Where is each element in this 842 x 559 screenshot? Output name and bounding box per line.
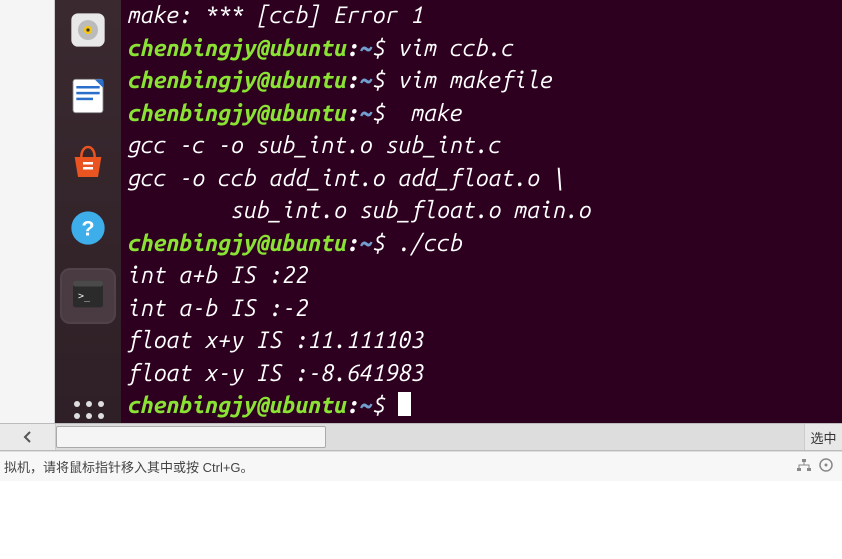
- prompt-user-host: chenbingjy@ubuntu: [127, 101, 346, 126]
- launcher-item-help[interactable]: ?: [62, 204, 114, 256]
- scroll-right-label[interactable]: 选中: [804, 424, 842, 450]
- launcher-item-software[interactable]: [62, 138, 114, 190]
- launcher-item-writer[interactable]: [62, 72, 114, 124]
- prompt-path: ~: [359, 101, 372, 126]
- network-icon[interactable]: [796, 457, 812, 476]
- output-text: float x+y IS :11.111103: [127, 328, 423, 353]
- terminal-prompt-line: chenbingjy@ubuntu:~$ vim ccb.c: [127, 33, 836, 66]
- libreoffice-writer-icon: [68, 76, 108, 120]
- scroll-thumb[interactable]: [56, 426, 326, 448]
- terminal-window[interactable]: make: *** [ccb] Error 1 chenbingjy@ubuntu…: [121, 0, 842, 423]
- cursor: [398, 392, 411, 416]
- terminal-icon: >_: [68, 274, 108, 318]
- statusbar-text: 拟机，请将鼠标指针移入其中或按 Ctrl+G。: [4, 457, 796, 476]
- prompt-user-host: chenbingjy@ubuntu: [127, 393, 346, 418]
- unity-launcher: ? >_: [55, 0, 121, 450]
- terminal-output-line: gcc -o ccb add_int.o add_float.o \: [127, 163, 836, 196]
- launcher-item-terminal[interactable]: >_: [62, 270, 114, 322]
- prompt-colon: :: [346, 101, 359, 126]
- empty-area: [0, 481, 842, 559]
- terminal-output-line: int a-b IS :-2: [127, 293, 836, 326]
- prompt-path: ~: [359, 393, 372, 418]
- output-text: int a-b IS :-2: [127, 296, 307, 321]
- prompt-user-host: chenbingjy@ubuntu: [127, 231, 346, 256]
- output-text: float x-y IS :-8.641983: [127, 361, 423, 386]
- terminal-output-line: sub_int.o sub_float.o main.o: [127, 195, 836, 228]
- disk-icon[interactable]: [818, 457, 834, 476]
- prompt-symbol: $: [372, 36, 398, 61]
- output-text: sub_int.o sub_float.o main.o: [127, 198, 591, 223]
- prompt-path: ~: [359, 36, 372, 61]
- prompt-path: ~: [359, 68, 372, 93]
- prompt-colon: :: [346, 68, 359, 93]
- launcher-item-rhythmbox[interactable]: [62, 6, 114, 58]
- prompt-symbol: $: [372, 101, 398, 126]
- terminal-output-line: gcc -c -o sub_int.o sub_int.c: [127, 130, 836, 163]
- svg-text:?: ?: [81, 216, 94, 241]
- terminal-prompt-line: chenbingjy@ubuntu:~$ make: [127, 98, 836, 131]
- prompt-command: ./ccb: [398, 231, 462, 256]
- scroll-track[interactable]: [56, 424, 804, 450]
- prompt-user-host: chenbingjy@ubuntu: [127, 68, 346, 93]
- prompt-path: ~: [359, 231, 372, 256]
- editor-gutter: [0, 0, 55, 450]
- prompt-colon: :: [346, 36, 359, 61]
- terminal-output-line: float x+y IS :11.111103: [127, 325, 836, 358]
- help-icon: ?: [68, 208, 108, 252]
- prompt-command: vim makefile: [398, 68, 553, 93]
- terminal-prompt-line: chenbingjy@ubuntu:~$: [127, 390, 836, 423]
- output-text: gcc -o ccb add_int.o add_float.o \: [127, 166, 565, 191]
- prompt-symbol: $: [372, 231, 398, 256]
- horizontal-scrollbar: 选中: [0, 423, 842, 451]
- prompt-colon: :: [346, 393, 359, 418]
- terminal-output-line: make: *** [ccb] Error 1: [127, 0, 836, 33]
- svg-text:>_: >_: [78, 291, 91, 302]
- terminal-prompt-line: chenbingjy@ubuntu:~$ ./ccb: [127, 228, 836, 261]
- output-text: gcc -c -o sub_int.o sub_int.c: [127, 133, 501, 158]
- rhythmbox-icon: [68, 10, 108, 54]
- scroll-left-arrow[interactable]: [0, 424, 56, 450]
- output-text: make: *** [ccb] Error 1: [127, 3, 423, 28]
- output-text: int a+b IS :22: [127, 263, 307, 288]
- vm-statusbar: 拟机，请将鼠标指针移入其中或按 Ctrl+G。: [0, 451, 842, 481]
- prompt-symbol: $: [372, 393, 398, 418]
- terminal-prompt-line: chenbingjy@ubuntu:~$ vim makefile: [127, 65, 836, 98]
- statusbar-icons: [796, 457, 838, 476]
- prompt-colon: :: [346, 231, 359, 256]
- ubuntu-software-icon: [68, 142, 108, 186]
- prompt-command: make: [398, 101, 462, 126]
- prompt-command: vim ccb.c: [398, 36, 514, 61]
- prompt-user-host: chenbingjy@ubuntu: [127, 36, 346, 61]
- prompt-symbol: $: [372, 68, 398, 93]
- terminal-output-line: float x-y IS :-8.641983: [127, 358, 836, 391]
- terminal-output-line: int a+b IS :22: [127, 260, 836, 293]
